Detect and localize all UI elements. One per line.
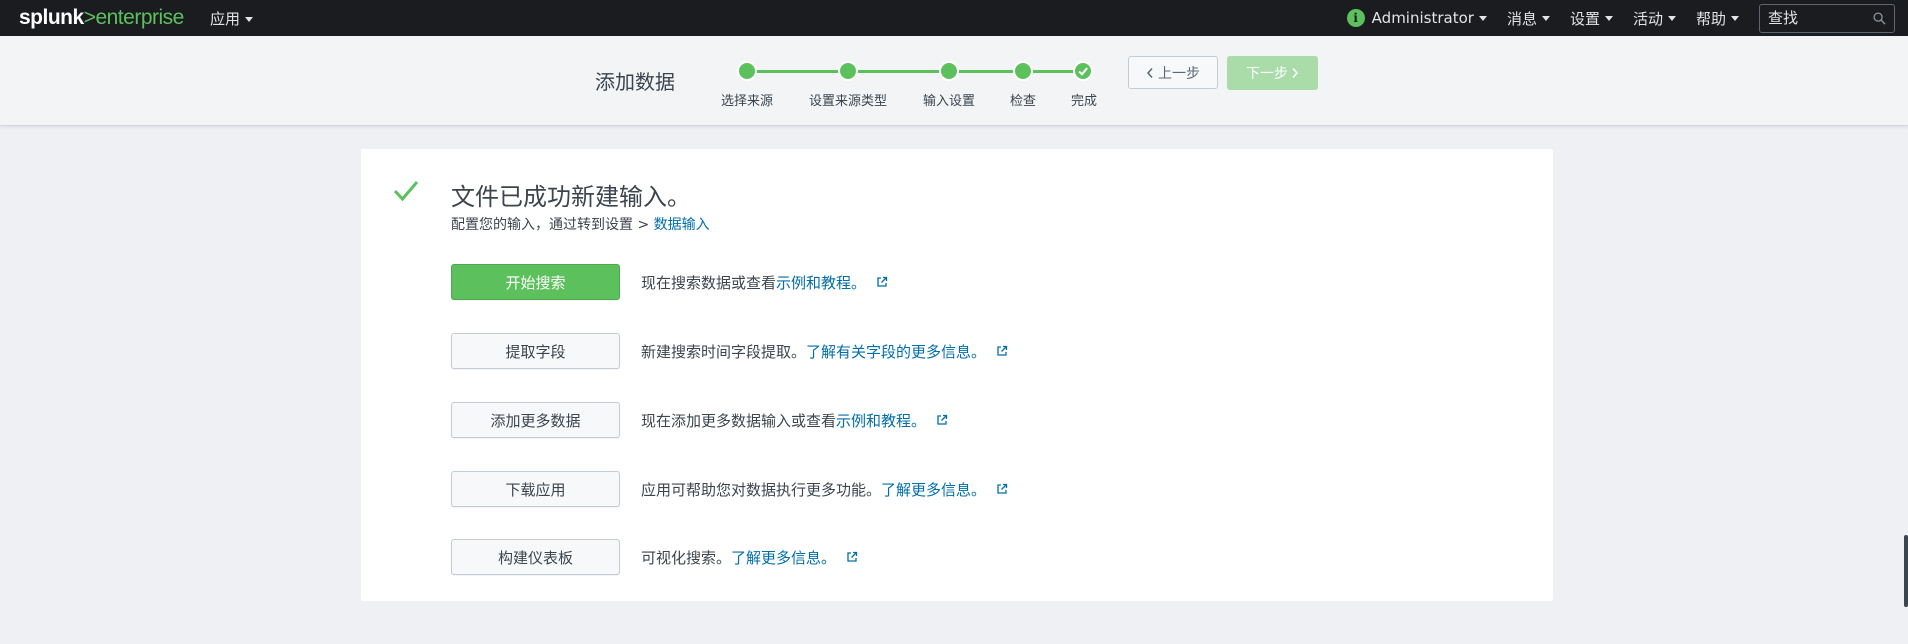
external-link-icon[interactable]: [996, 483, 1008, 495]
action-row-build-dashboards: 构建仪表板 可视化搜索。 了解更多信息。: [451, 539, 858, 575]
extract-fields-button[interactable]: 提取字段: [451, 333, 620, 369]
action-description: 应用可帮助您对数据执行更多功能。 了解更多信息。: [641, 479, 1008, 500]
next-button-label: 下一步: [1246, 66, 1288, 82]
logo-product-text: enterprise: [95, 6, 184, 29]
user-menu-label: Administrator: [1371, 9, 1474, 27]
next-button[interactable]: 下一步: [1227, 56, 1318, 90]
add-more-data-button[interactable]: 添加更多数据: [451, 402, 620, 438]
external-link-icon[interactable]: [846, 551, 858, 563]
step-label-review: 检查: [1009, 94, 1037, 109]
action-text: 现在添加更多数据输入或查看: [641, 411, 837, 430]
data-inputs-link[interactable]: 数据输入: [654, 217, 710, 233]
activity-menu[interactable]: 活动: [1633, 8, 1676, 29]
chevron-down-icon: [1731, 15, 1739, 21]
step-label-done: 完成: [1070, 94, 1098, 109]
info-icon[interactable]: i: [1346, 9, 1365, 27]
external-link-icon[interactable]: [996, 345, 1008, 357]
page-title: 添加数据: [595, 70, 675, 94]
logo-main-text: splunk: [19, 6, 84, 29]
action-description: 现在添加更多数据输入或查看 示例和教程。: [641, 410, 948, 431]
help-menu[interactable]: 帮助: [1696, 8, 1739, 29]
external-link-icon[interactable]: [936, 414, 948, 426]
action-row-start-search: 开始搜索 现在搜索数据或查看 示例和教程。: [451, 264, 888, 300]
action-description: 新建搜索时间字段提取。 了解有关字段的更多信息。: [641, 341, 1008, 362]
check-icon: [1078, 67, 1088, 76]
action-description: 可视化搜索。 了解更多信息。: [641, 547, 858, 568]
success-check-icon: [393, 181, 419, 202]
action-text: 现在搜索数据或查看: [641, 273, 777, 292]
action-text: 新建搜索时间字段提取。: [641, 342, 807, 361]
action-row-download-apps: 下载应用 应用可帮助您对数据执行更多功能。 了解更多信息。: [451, 471, 1008, 507]
add-data-wizard-bar: 添加数据 选择来源 设置来源类型 输入设置 检查 完成 上一步 下一步: [0, 36, 1908, 126]
step-dot-review: [1013, 61, 1033, 81]
chevron-down-icon: [245, 17, 254, 22]
success-title: 文件已成功新建输入。: [451, 183, 691, 211]
messages-menu[interactable]: 消息: [1507, 8, 1550, 29]
external-link-icon[interactable]: [876, 276, 888, 288]
download-apps-button[interactable]: 下载应用: [451, 471, 620, 507]
action-link[interactable]: 了解更多信息。: [731, 547, 836, 568]
start-search-button[interactable]: 开始搜索: [451, 264, 620, 300]
step-dot-done: [1073, 61, 1093, 81]
action-description: 现在搜索数据或查看 示例和教程。: [641, 272, 888, 293]
previous-button[interactable]: 上一步: [1128, 56, 1218, 89]
top-nav-bar: splunk>enterprise 应用 i Administrator 消息 …: [0, 0, 1908, 36]
action-row-add-more-data: 添加更多数据 现在添加更多数据输入或查看 示例和教程。: [451, 402, 948, 438]
chevron-down-icon: [1541, 15, 1550, 21]
action-text: 应用可帮助您对数据执行更多功能。: [641, 480, 882, 499]
action-row-extract-fields: 提取字段 新建搜索时间字段提取。 了解有关字段的更多信息。: [451, 333, 1008, 369]
build-dashboards-button[interactable]: 构建仪表板: [451, 539, 620, 575]
apps-menu-label: 应用: [210, 10, 241, 28]
activity-menu-label: 活动: [1632, 9, 1663, 28]
messages-menu-label: 消息: [1506, 9, 1537, 28]
chevron-down-icon: [1604, 15, 1613, 21]
subtitle-prefix: 配置您的输入，通过转到设置 >: [451, 217, 654, 233]
chevron-down-icon: [1478, 15, 1487, 21]
previous-button-label: 上一步: [1158, 65, 1200, 82]
action-text: 可视化搜索。: [641, 548, 732, 567]
user-menu[interactable]: Administrator: [1372, 9, 1487, 27]
success-panel: 文件已成功新建输入。 配置您的输入，通过转到设置 > 数据输入 开始搜索 现在搜…: [361, 149, 1553, 601]
right-nav: i Administrator 消息 设置 活动 帮助: [1346, 0, 1908, 36]
chevron-down-icon: [1667, 15, 1676, 21]
step-label-input-settings: 输入设置: [922, 94, 976, 109]
step-label-select-source: 选择来源: [720, 94, 774, 109]
success-subtitle: 配置您的输入，通过转到设置 > 数据输入: [451, 214, 710, 234]
search-box: [1759, 3, 1895, 33]
step-dot-input-settings: [939, 61, 959, 81]
step-dot-set-sourcetype: [838, 61, 858, 81]
chevron-right-icon: [1292, 68, 1299, 78]
search-icon[interactable]: [1873, 11, 1886, 25]
action-link[interactable]: 了解更多信息。: [881, 479, 986, 500]
search-input[interactable]: [1760, 9, 1868, 27]
settings-menu-label: 设置: [1569, 9, 1600, 28]
action-link[interactable]: 示例和教程。: [776, 272, 866, 293]
action-link[interactable]: 了解有关字段的更多信息。: [806, 341, 986, 362]
settings-menu[interactable]: 设置: [1570, 8, 1613, 29]
splunk-logo[interactable]: splunk>enterprise: [19, 6, 184, 30]
step-dot-select-source: [737, 61, 757, 81]
step-label-set-sourcetype: 设置来源类型: [808, 94, 888, 109]
chevron-left-icon: [1146, 67, 1153, 78]
scrollbar-thumb[interactable]: [1904, 535, 1908, 607]
apps-menu[interactable]: 应用: [210, 8, 254, 29]
logo-gt-text: >: [83, 6, 96, 29]
help-menu-label: 帮助: [1695, 9, 1726, 28]
action-link[interactable]: 示例和教程。: [836, 410, 926, 431]
